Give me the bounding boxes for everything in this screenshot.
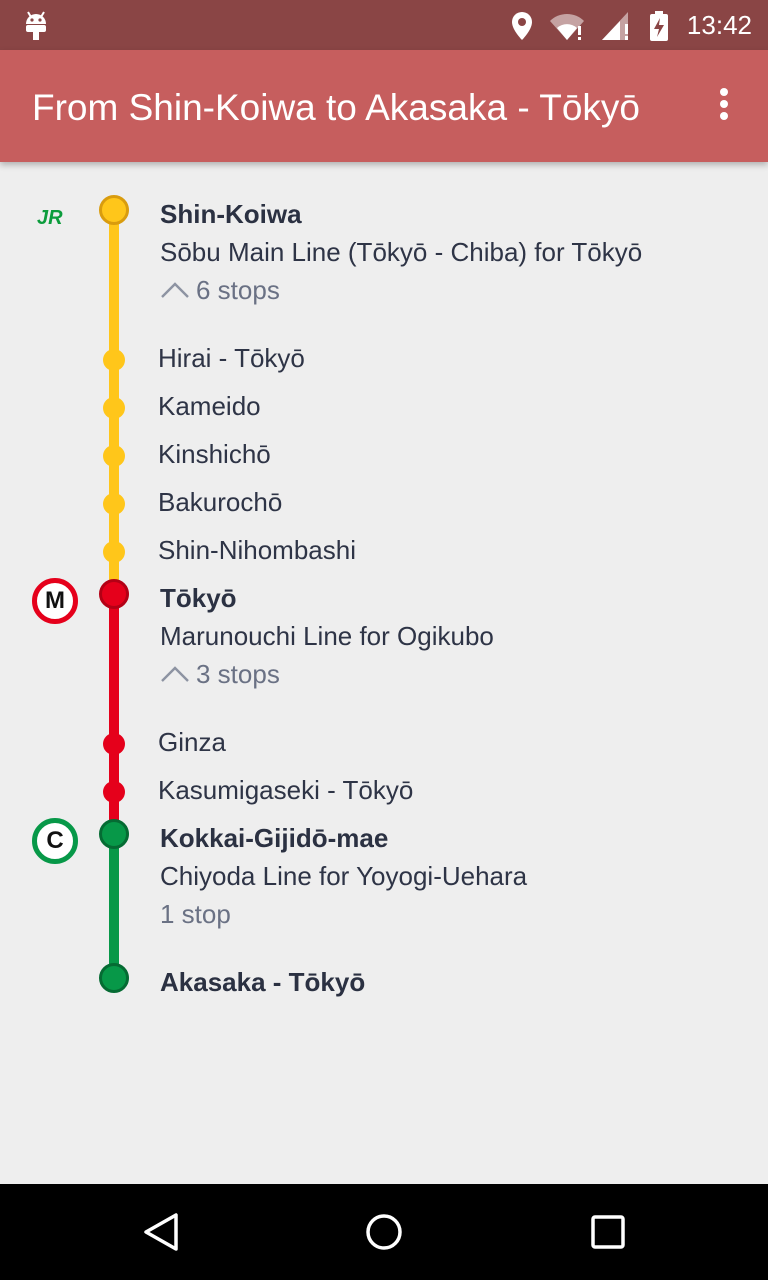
jr-logo-icon: JR: [37, 207, 63, 229]
app-bar: From Shin-Koiwa to Akasaka - Tōkyō: [0, 50, 768, 162]
stops-count: 3 stops: [196, 659, 280, 689]
chiyoda-line-segment: [109, 833, 119, 978]
page-title: From Shin-Koiwa to Akasaka - Tōkyō: [32, 87, 641, 128]
stop-name: Kasumigaseki - Tōkyō: [158, 775, 414, 805]
stop-name: Ginza: [158, 727, 226, 757]
stop-name: Shin-Nihombashi: [158, 535, 356, 565]
chiyoda-operator-badge: C: [32, 818, 78, 864]
stop-node: [103, 349, 125, 371]
stop-node: [103, 733, 125, 755]
jr-operator-badge: JR: [32, 194, 78, 240]
line-direction: Chiyoda Line for Yoyogi-Uehara: [160, 861, 528, 891]
stop-node: [103, 541, 125, 563]
stops-toggle[interactable]: 1 stop: [160, 898, 231, 930]
metro-logo-icon: M: [45, 587, 65, 614]
status-time: 13:42: [686, 10, 752, 40]
battery-charging-icon: [650, 11, 668, 41]
station-name: Shin-Koiwa: [160, 199, 302, 229]
station-node-tokyo: [99, 579, 129, 609]
stop-node: [103, 493, 125, 515]
route-timeline: JR Shin-Koiwa Sōbu Main Line (Tōkyō - Ch…: [0, 162, 768, 1184]
back-icon[interactable]: [142, 1212, 180, 1252]
home-icon[interactable]: [364, 1212, 404, 1252]
stops-toggle[interactable]: 6 stops: [160, 274, 280, 306]
svg-text:JR: JR: [37, 207, 63, 229]
cell-signal-icon: [602, 12, 628, 40]
station-node-shin-koiwa: [99, 195, 129, 225]
stop-node: [103, 397, 125, 419]
stop-node: [103, 445, 125, 467]
android-debug-icon: [26, 11, 46, 40]
metro-operator-badge: M: [32, 578, 78, 624]
overflow-menu-icon[interactable]: [712, 88, 736, 128]
stop-name: Kinshichō: [158, 439, 271, 469]
recent-apps-icon[interactable]: [590, 1212, 626, 1252]
line-direction: Sōbu Main Line (Tōkyō - Chiba) for Tōkyō: [160, 237, 643, 267]
station-node-kokkai-gijido-mae: [99, 819, 129, 849]
system-nav-bar: [0, 1184, 768, 1280]
line-direction: Marunouchi Line for Ogikubo: [160, 621, 494, 651]
chevron-up-icon: [161, 666, 189, 682]
location-icon: [512, 12, 532, 40]
status-bar: 13:42: [0, 0, 768, 50]
stop-name: Kameido: [158, 391, 261, 421]
station-node-destination: [99, 963, 129, 993]
destination-station-name: Akasaka - Tōkyō: [160, 967, 366, 997]
stop-name: Bakurochō: [158, 487, 283, 517]
wifi-icon: [550, 13, 584, 40]
stops-toggle[interactable]: 3 stops: [160, 658, 280, 690]
stop-node: [103, 781, 125, 803]
chiyoda-logo-icon: C: [46, 827, 64, 854]
station-name: Kokkai-Gijidō-mae: [160, 823, 389, 853]
stop-name: Hirai - Tōkyō: [158, 343, 305, 373]
chevron-up-icon: [161, 282, 189, 298]
stops-count: 1 stop: [160, 899, 231, 929]
station-name: Tōkyō: [160, 583, 237, 613]
stops-count: 6 stops: [196, 275, 280, 305]
